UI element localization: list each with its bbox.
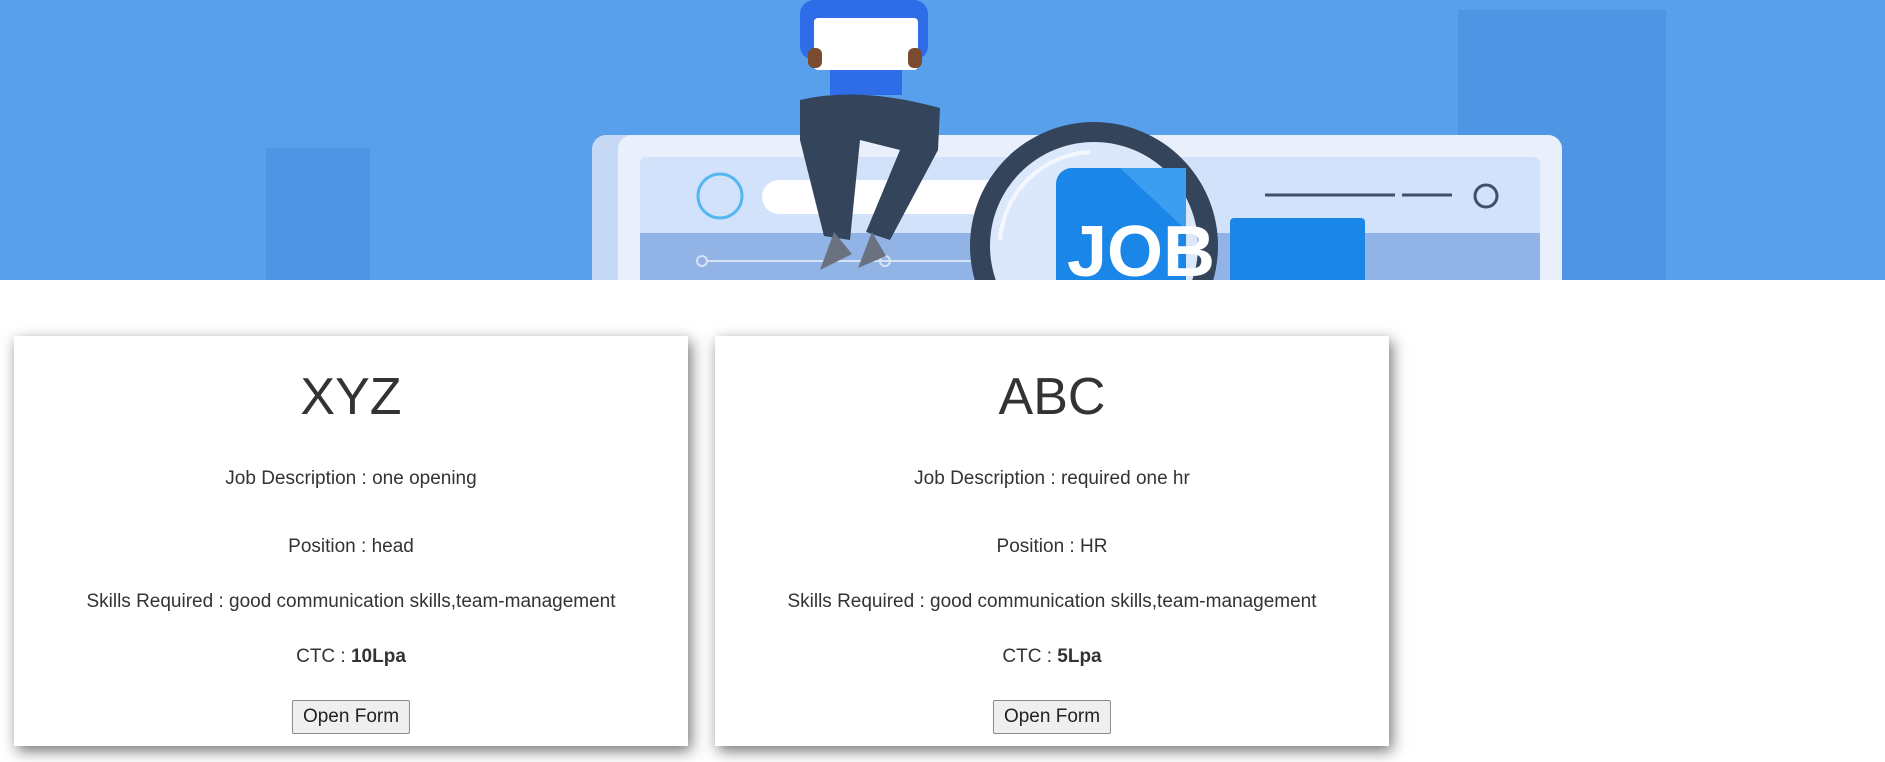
skills-required: Skills Required : good communication ski… xyxy=(715,591,1389,614)
ctc: CTC : 5Lpa xyxy=(715,646,1389,669)
job-description-label: Job Description : xyxy=(914,468,1061,489)
job-description-label: Job Description : xyxy=(225,468,373,489)
skills-label: Skills Required : xyxy=(787,591,931,612)
position-value: HR xyxy=(1079,536,1108,557)
ctc-label: CTC : xyxy=(1002,646,1058,667)
job-description: Job Description : one opening xyxy=(14,468,688,491)
job-card: ABC Job Description : required one hr Po… xyxy=(715,336,1389,746)
job-description-value: one opening xyxy=(372,468,477,489)
position-value: head xyxy=(371,536,414,557)
skills-value: good communication skills,team-managemen… xyxy=(930,591,1317,612)
job-illustration: JOB xyxy=(0,0,1885,280)
open-form-button[interactable]: Open Form xyxy=(992,700,1112,734)
job-description-value: required one hr xyxy=(1060,468,1190,489)
ctc-label: CTC : xyxy=(296,646,351,667)
position-label: Position : xyxy=(288,536,372,557)
company-name: XYZ xyxy=(300,368,402,426)
company-name: ABC xyxy=(998,368,1106,426)
job-cards: XYZ Job Description : one opening Positi… xyxy=(14,336,1389,746)
skills-required: Skills Required : good communication ski… xyxy=(14,591,688,614)
open-form-button[interactable]: Open Form xyxy=(291,700,411,734)
ctc-value: 10Lpa xyxy=(350,646,406,667)
job-card: XYZ Job Description : one opening Positi… xyxy=(14,336,688,746)
position: Position : head xyxy=(14,536,688,559)
hero-banner: JOB xyxy=(0,0,1885,280)
job-description: Job Description : required one hr xyxy=(715,468,1389,491)
ctc-value: 5Lpa xyxy=(1057,646,1102,667)
skills-value: good communication skills,team-managemen… xyxy=(229,591,616,612)
ctc: CTC : 10Lpa xyxy=(14,646,688,669)
position: Position : HR xyxy=(715,536,1389,559)
skills-label: Skills Required : xyxy=(86,591,230,612)
job-badge-text: JOB xyxy=(1067,212,1215,280)
position-label: Position : xyxy=(996,536,1080,557)
